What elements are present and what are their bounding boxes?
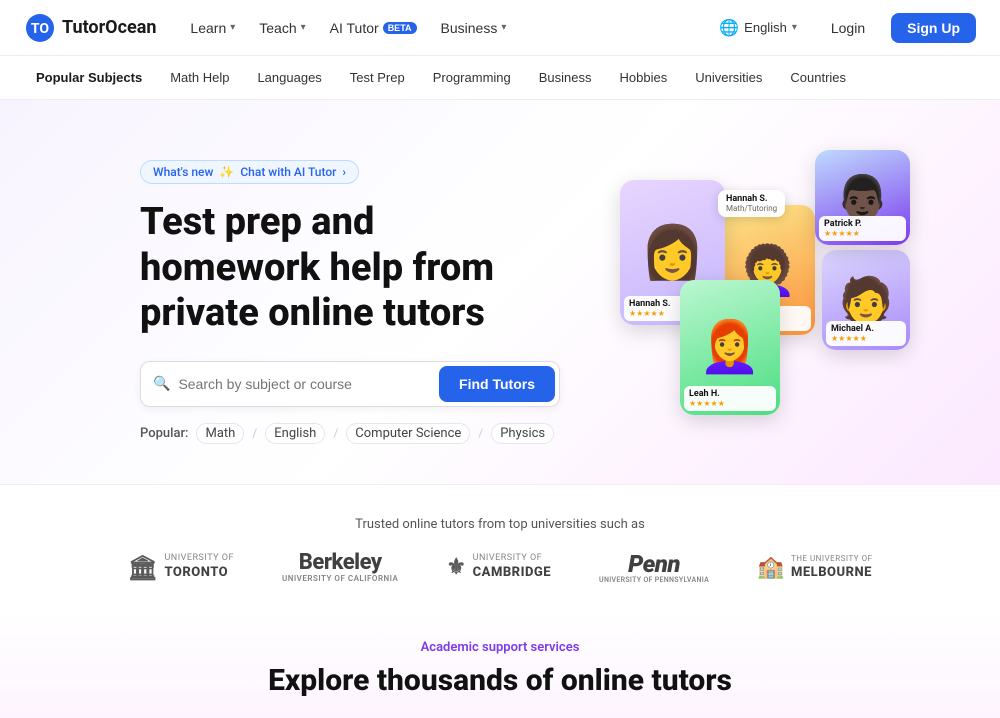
ai-badge: Beta	[383, 22, 417, 34]
uni-melbourne: 🏫 THE UNIVERSITY OF MELBOURNE	[757, 554, 872, 581]
nav-learn[interactable]: Learn ▾	[180, 14, 245, 42]
subnav-programming[interactable]: Programming	[421, 64, 523, 91]
tutor-card-3-label: Michael A. ★★★★★	[826, 321, 906, 346]
popular-tag-math[interactable]: Math	[196, 423, 244, 444]
chevron-icon: ▾	[301, 22, 306, 33]
tutor-card-5: 👩‍🦰 Leah H. ★★★★★	[680, 280, 780, 415]
lang-label: English	[744, 20, 787, 35]
melbourne-name: MELBOURNE	[791, 565, 873, 582]
tutor-name: Leah H.	[689, 389, 771, 399]
toronto-crest-icon: 🏛	[127, 554, 158, 582]
toronto-name: TORONTO	[164, 565, 234, 582]
whats-new-text: What's new	[153, 165, 213, 179]
subnav-business[interactable]: Business	[527, 64, 604, 91]
tutor-name: Patrick P.	[824, 219, 901, 229]
uni-cambridge: ⚜ UNIVERSITY OF CAMBRIDGE	[446, 553, 551, 582]
chevron-icon: ▾	[792, 22, 797, 33]
nav-ai-tutor[interactable]: AI Tutor Beta	[320, 14, 427, 42]
subnav-hobbies[interactable]: Hobbies	[608, 64, 680, 91]
hero-section: What's new ✨ Chat with AI Tutor › Test p…	[0, 100, 1000, 484]
floating-label-1: Hannah S. Math/Tutoring	[718, 190, 785, 217]
subnav-test-prep[interactable]: Test Prep	[338, 64, 417, 91]
float-name: Hannah S.	[726, 194, 777, 204]
uni-berkeley: Berkeley UNIVERSITY OF CALIFORNIA	[282, 552, 398, 583]
tutor-card-2-label: Patrick P. ★★★★★	[819, 216, 906, 241]
logo[interactable]: TO TutorOcean	[24, 12, 156, 44]
explore-section: Academic support services Explore thousa…	[0, 612, 1000, 718]
toronto-label: UNIVERSITY OF	[164, 553, 234, 565]
arrow-icon: ›	[342, 165, 346, 179]
subnav-countries[interactable]: Countries	[778, 64, 858, 91]
popular-tag-english[interactable]: English	[265, 423, 325, 444]
tutor-stars: ★★★★★	[824, 229, 901, 238]
cambridge-label: UNIVERSITY OF	[473, 553, 551, 565]
nav-right: 🌐 English ▾ Login Sign Up	[711, 12, 976, 44]
trusted-section: Trusted online tutors from top universit…	[0, 484, 1000, 612]
explore-title: Explore thousands of online tutors	[24, 663, 976, 698]
search-bar: 🔍 Find Tutors	[140, 361, 560, 407]
svg-text:TO: TO	[31, 21, 49, 37]
search-icon: 🔍	[153, 376, 170, 392]
cambridge-name: CAMBRIDGE	[473, 565, 551, 582]
uni-penn: Penn UNIVERSITY OF PENNSYLVANIA	[599, 552, 709, 584]
find-tutors-button[interactable]: Find Tutors	[439, 366, 555, 402]
globe-icon: 🌐	[719, 18, 739, 38]
trusted-title: Trusted online tutors from top universit…	[24, 517, 976, 532]
nav-links: Learn ▾ Teach ▾ AI Tutor Beta Business ▾	[180, 14, 516, 42]
nav-left: TO TutorOcean Learn ▾ Teach ▾ AI Tutor B…	[24, 12, 516, 44]
subnav-languages[interactable]: Languages	[245, 64, 333, 91]
subnav-universities[interactable]: Universities	[683, 64, 774, 91]
tutor-card-5-label: Leah H. ★★★★★	[684, 386, 776, 411]
float-subject: Math/Tutoring	[726, 204, 777, 213]
tutor-card-2: 👨🏿 Patrick P. ★★★★★	[815, 150, 910, 245]
sparkle-icon: ✨	[219, 165, 234, 179]
nav-business[interactable]: Business ▾	[431, 14, 517, 42]
berkeley-name: Berkeley	[282, 552, 398, 574]
navbar: TO TutorOcean Learn ▾ Teach ▾ AI Tutor B…	[0, 0, 1000, 56]
popular-row: Popular: Math / English / Computer Scien…	[140, 423, 620, 444]
divider: /	[252, 426, 257, 440]
popular-tag-cs[interactable]: Computer Science	[346, 423, 470, 444]
signup-button[interactable]: Sign Up	[891, 13, 976, 43]
popular-tag-physics[interactable]: Physics	[491, 423, 554, 444]
language-selector[interactable]: 🌐 English ▾	[711, 12, 805, 44]
berkeley-sub: UNIVERSITY OF CALIFORNIA	[282, 574, 398, 583]
tutor-card-3: 🧑 Michael A. ★★★★★	[822, 250, 910, 350]
logo-text: TutorOcean	[62, 17, 156, 38]
hero-content: What's new ✨ Chat with AI Tutor › Test p…	[140, 150, 620, 444]
chevron-icon: ▾	[230, 22, 235, 33]
chevron-icon: ▾	[501, 22, 506, 33]
subnav-math-help[interactable]: Math Help	[158, 64, 241, 91]
penn-name: Penn	[599, 552, 709, 576]
cambridge-crest-icon: ⚜	[446, 555, 466, 580]
whats-new-badge[interactable]: What's new ✨ Chat with AI Tutor ›	[140, 160, 359, 184]
divider: /	[333, 426, 338, 440]
tutor-name: Michael A.	[831, 324, 901, 334]
logo-icon: TO	[24, 12, 56, 44]
whats-new-link: Chat with AI Tutor	[240, 165, 336, 179]
tutor-stars: ★★★★★	[831, 334, 901, 343]
login-button[interactable]: Login	[817, 13, 879, 43]
university-logos: 🏛 UNIVERSITY OF TORONTO Berkeley UNIVERS…	[24, 552, 976, 584]
explore-badge: Academic support services	[24, 640, 976, 655]
subnav: Popular Subjects Math Help Languages Tes…	[0, 56, 1000, 100]
melbourne-crest-icon: 🏫	[757, 555, 785, 580]
divider: /	[478, 426, 483, 440]
uni-toronto: 🏛 UNIVERSITY OF TORONTO	[127, 553, 233, 582]
search-input[interactable]	[170, 370, 439, 398]
hero-title: Test prep and homework help from private…	[140, 200, 560, 337]
penn-sub: UNIVERSITY OF PENNSYLVANIA	[599, 576, 709, 584]
subnav-popular-subjects[interactable]: Popular Subjects	[24, 64, 154, 91]
tutor-stars: ★★★★★	[689, 399, 771, 408]
tutor-photos: 👩 Hannah S. ★★★★★ 👩‍🦱 Stephanie C. ★★★★★…	[620, 150, 940, 430]
popular-label: Popular:	[140, 426, 188, 441]
nav-teach[interactable]: Teach ▾	[249, 14, 315, 42]
